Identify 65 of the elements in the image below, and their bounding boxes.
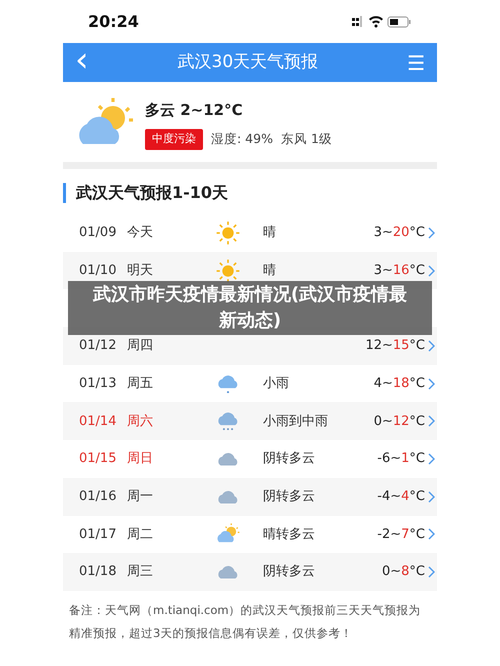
temperature-text: 3~16°C	[374, 262, 425, 280]
page-title: 武汉30天天气预报	[178, 50, 318, 74]
chevron-icon[interactable]	[428, 528, 435, 540]
weekday-text: 周六	[127, 412, 154, 431]
date-text: 01/09	[79, 224, 118, 242]
weekday-text: 今天	[127, 224, 154, 242]
status-time: 20:24	[88, 10, 139, 32]
temperature-text: 12~15°C	[365, 337, 425, 356]
temperature-text: 0~12°C	[374, 412, 425, 431]
sun-icon	[216, 221, 240, 244]
note-text: 备注：天气网（m.tianqi.com）的武汉天气预报前三天天气预报为精准预报，超过3天的预报信息偶有误差，仅供参考！	[68, 602, 422, 642]
date-text: 01/10	[79, 262, 118, 280]
chevron-icon[interactable]	[428, 452, 435, 465]
condition-text: 小雨	[262, 374, 290, 393]
air-quality-tag: 中度污染	[145, 129, 203, 150]
weekday-text: 明天	[127, 262, 154, 280]
cloud-icon	[218, 566, 238, 579]
chevron-icon[interactable]	[428, 378, 435, 390]
condition-text: 小雨到中雨	[262, 412, 329, 431]
chevron-icon[interactable]	[428, 226, 435, 239]
menu-button[interactable]: ☰	[407, 48, 425, 78]
weekday-text: 周四	[127, 337, 154, 356]
chevron-icon[interactable]	[428, 490, 435, 503]
condition-text: 阴转多云	[262, 450, 316, 468]
temperature-text: -2~7°C	[377, 526, 425, 544]
status-icons	[352, 14, 412, 28]
weekday-text: 周三	[127, 563, 154, 582]
cloud-icon	[218, 490, 238, 504]
date-text: 01/18	[79, 563, 118, 582]
condition-text: 阴转多云	[262, 563, 316, 582]
humidity-text: 湿度: 49%	[211, 130, 273, 148]
condition-text: 晴	[262, 262, 277, 280]
chevron-icon[interactable]	[428, 340, 435, 352]
sun-cloud-icon	[79, 98, 133, 144]
temperature-text: -4~4°C	[377, 488, 425, 506]
weekday-text: 周日	[127, 450, 154, 468]
overlay-caption: 武汉市昨天疫情最新情况(武汉市疫情最新动态)	[68, 281, 432, 336]
date-text: 01/15	[79, 450, 118, 468]
rain-cloud-icon	[218, 412, 238, 430]
condition-text: 晴	[262, 224, 277, 242]
weekday-text: 周五	[127, 374, 154, 393]
date-text: 01/16	[79, 488, 118, 506]
date-text: 01/17	[79, 526, 118, 544]
weekday-text: 周二	[127, 526, 154, 544]
section-title: 武汉天气预报1-10天	[63, 183, 437, 203]
sun-icon	[216, 259, 240, 282]
temperature-text: 0~8°C	[382, 563, 425, 582]
chevron-icon[interactable]	[428, 415, 435, 428]
cloud-icon	[218, 452, 238, 466]
date-text: 01/14	[79, 412, 118, 431]
weather-summary: 多云 2~12°C	[145, 100, 244, 120]
back-button[interactable]: ‹	[75, 43, 89, 77]
temperature-text: 4~18°C	[374, 374, 425, 393]
rain-cloud-icon	[218, 375, 238, 393]
condition-text: 晴转多云	[262, 526, 316, 544]
weekday-text: 周一	[127, 488, 154, 506]
condition-text: 阴转多云	[262, 488, 316, 506]
chevron-icon[interactable]	[428, 566, 435, 578]
chevron-icon[interactable]	[428, 264, 435, 277]
temperature-text: 3~20°C	[374, 224, 425, 242]
date-text: 01/13	[79, 374, 118, 393]
date-text: 01/12	[79, 337, 118, 356]
wind-text: 东风 1级	[280, 130, 332, 148]
sun-cloud-icon	[218, 524, 240, 542]
temperature-text: -6~1°C	[377, 450, 425, 468]
